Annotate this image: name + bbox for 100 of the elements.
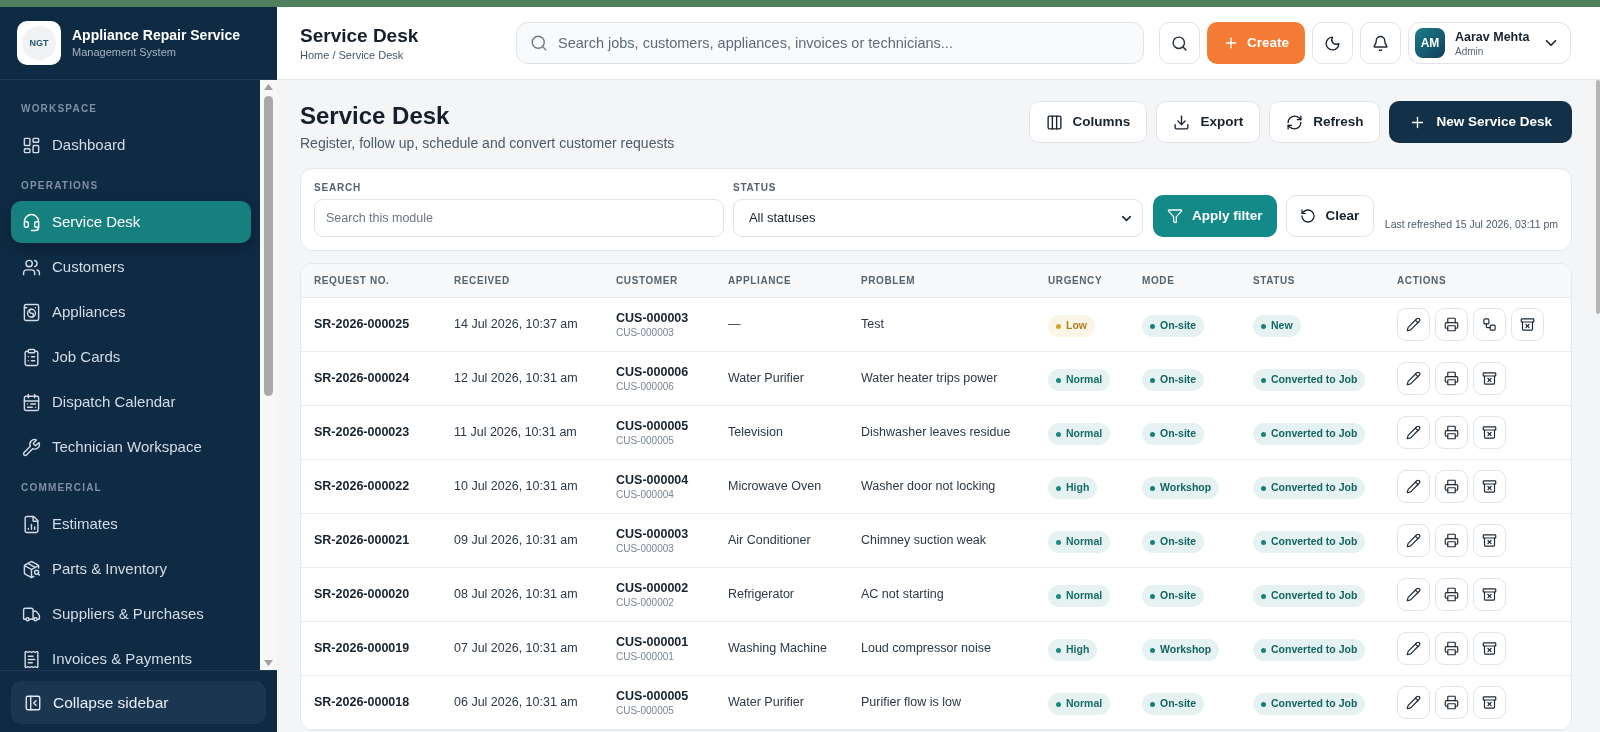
archive-button[interactable] — [1473, 524, 1506, 557]
edit-button[interactable] — [1397, 686, 1430, 719]
column-header: APPLIANCE — [728, 274, 793, 288]
bell-icon — [1372, 34, 1389, 52]
clear-button[interactable]: Clear — [1285, 195, 1374, 237]
print-button[interactable] — [1435, 362, 1468, 395]
nav-item[interactable]: Invoices & Payments — [11, 638, 251, 670]
people-icon — [22, 257, 41, 277]
status-select[interactable]: All statuses — [732, 199, 1143, 237]
search-icon — [1171, 34, 1188, 52]
nav-item[interactable]: Dispatch Calendar — [11, 381, 251, 423]
app-subtitle: Management System — [72, 45, 177, 60]
global-search-field[interactable]: Search jobs, customers, appliances, invoices or technicians... — [516, 22, 1144, 64]
download-icon — [1173, 113, 1191, 131]
notifications-button[interactable] — [1360, 22, 1401, 64]
nav-item[interactable]: Dashboard — [11, 124, 251, 166]
edit-button[interactable] — [1397, 524, 1430, 557]
module-search-field[interactable]: Search this module — [314, 199, 724, 237]
nav-item[interactable]: Parts & Inventory — [11, 548, 251, 590]
nav-item[interactable]: Estimates — [11, 503, 251, 545]
nav-item[interactable]: Service Desk — [11, 201, 251, 243]
print-button[interactable] — [1435, 686, 1468, 719]
nav-item[interactable]: Customers — [11, 246, 251, 288]
mode-text: On-site — [1160, 318, 1197, 334]
plus-icon — [1223, 35, 1239, 51]
chart-document-icon — [22, 514, 41, 534]
column-header: URGENCY — [1048, 274, 1104, 288]
status-text: Converted to Job — [1271, 642, 1358, 658]
theme-toggle-button[interactable] — [1312, 22, 1353, 64]
edit-button[interactable] — [1397, 470, 1430, 503]
scrollbar-thumb[interactable] — [1596, 80, 1600, 314]
pencil-icon — [1406, 479, 1421, 494]
status-text: Converted to Job — [1271, 534, 1358, 550]
print-button[interactable] — [1435, 308, 1468, 341]
convert-button[interactable] — [1473, 308, 1506, 341]
archive-box-icon — [1482, 479, 1497, 494]
status-text: Converted to Job — [1271, 480, 1358, 496]
scrollbar[interactable] — [260, 80, 277, 670]
print-button[interactable] — [1435, 524, 1468, 557]
archive-box-icon — [1482, 695, 1497, 710]
toolbar-button[interactable]: Columns — [1028, 101, 1148, 143]
scrollbar-thumb[interactable] — [264, 96, 273, 396]
collapse-sidebar-button[interactable]: Collapse sidebar — [11, 681, 266, 724]
mode-text: On-site — [1160, 372, 1197, 388]
printer-icon — [1444, 479, 1459, 494]
urgency-text: Normal — [1066, 534, 1103, 550]
print-button[interactable] — [1435, 578, 1468, 611]
urgency-text: High — [1066, 642, 1090, 658]
archive-box-icon — [1482, 425, 1497, 440]
problem-text: Washer door not locking — [861, 478, 997, 496]
received-date: 11 Jul 2026, 10:31 am — [454, 424, 578, 442]
washing-machine-icon — [22, 302, 41, 322]
breadcrumb: Home / Service Desk — [300, 47, 405, 63]
print-button[interactable] — [1435, 416, 1468, 449]
toolbar-button[interactable]: New Service Desk — [1389, 101, 1572, 143]
toolbar-button[interactable]: Refresh — [1269, 101, 1381, 143]
customer-code: CUS-000003 — [616, 542, 675, 555]
pencil-icon — [1406, 371, 1421, 386]
archive-button[interactable] — [1511, 308, 1544, 341]
pencil-icon — [1406, 695, 1421, 710]
received-date: 06 Jul 2026, 10:31 am — [454, 694, 579, 712]
toolbar-button[interactable]: Export — [1156, 101, 1261, 143]
status-text: New — [1271, 318, 1293, 334]
print-button[interactable] — [1435, 470, 1468, 503]
archive-button[interactable] — [1473, 632, 1506, 665]
customer-code: CUS-000005 — [616, 704, 675, 717]
mode-text: Workshop — [1160, 642, 1212, 658]
request-number: SR-2026-000022 — [314, 478, 411, 496]
column-header: REQUEST NO. — [314, 274, 391, 288]
search-button[interactable] — [1159, 22, 1200, 64]
edit-button[interactable] — [1397, 578, 1430, 611]
archive-button[interactable] — [1473, 362, 1506, 395]
archive-button[interactable] — [1473, 470, 1506, 503]
nav-item[interactable]: Technician Workspace — [11, 426, 251, 468]
archive-button[interactable] — [1473, 416, 1506, 449]
columns-icon — [1045, 113, 1063, 131]
archive-box-icon — [1482, 533, 1497, 548]
customer-name: CUS-000003 — [616, 310, 690, 326]
urgency-text: Normal — [1066, 588, 1103, 604]
nav-item[interactable]: Appliances — [11, 291, 251, 333]
user-menu-button[interactable]: AM Aarav Mehta Admin — [1408, 22, 1571, 64]
calendar-icon — [22, 392, 41, 412]
edit-button[interactable] — [1397, 362, 1430, 395]
nav-item[interactable]: Suppliers & Purchases — [11, 593, 251, 635]
print-button[interactable] — [1435, 632, 1468, 665]
urgency-text: High — [1066, 480, 1090, 496]
edit-button[interactable] — [1397, 416, 1430, 449]
column-header: ACTIONS — [1397, 274, 1448, 288]
customer-name: CUS-000002 — [616, 580, 690, 596]
archive-button[interactable] — [1473, 578, 1506, 611]
edit-button[interactable] — [1397, 632, 1430, 665]
nav-item[interactable]: Job Cards — [11, 336, 251, 378]
archive-button[interactable] — [1473, 686, 1506, 719]
customer-name: CUS-000006 — [616, 364, 690, 380]
apply-filter-button[interactable]: Apply filter — [1152, 195, 1277, 237]
printer-icon — [1444, 317, 1459, 332]
page-title: Service Desk — [300, 101, 451, 131]
status-text: Converted to Job — [1271, 696, 1358, 712]
edit-button[interactable] — [1397, 308, 1430, 341]
panel-collapse-icon — [24, 693, 42, 712]
